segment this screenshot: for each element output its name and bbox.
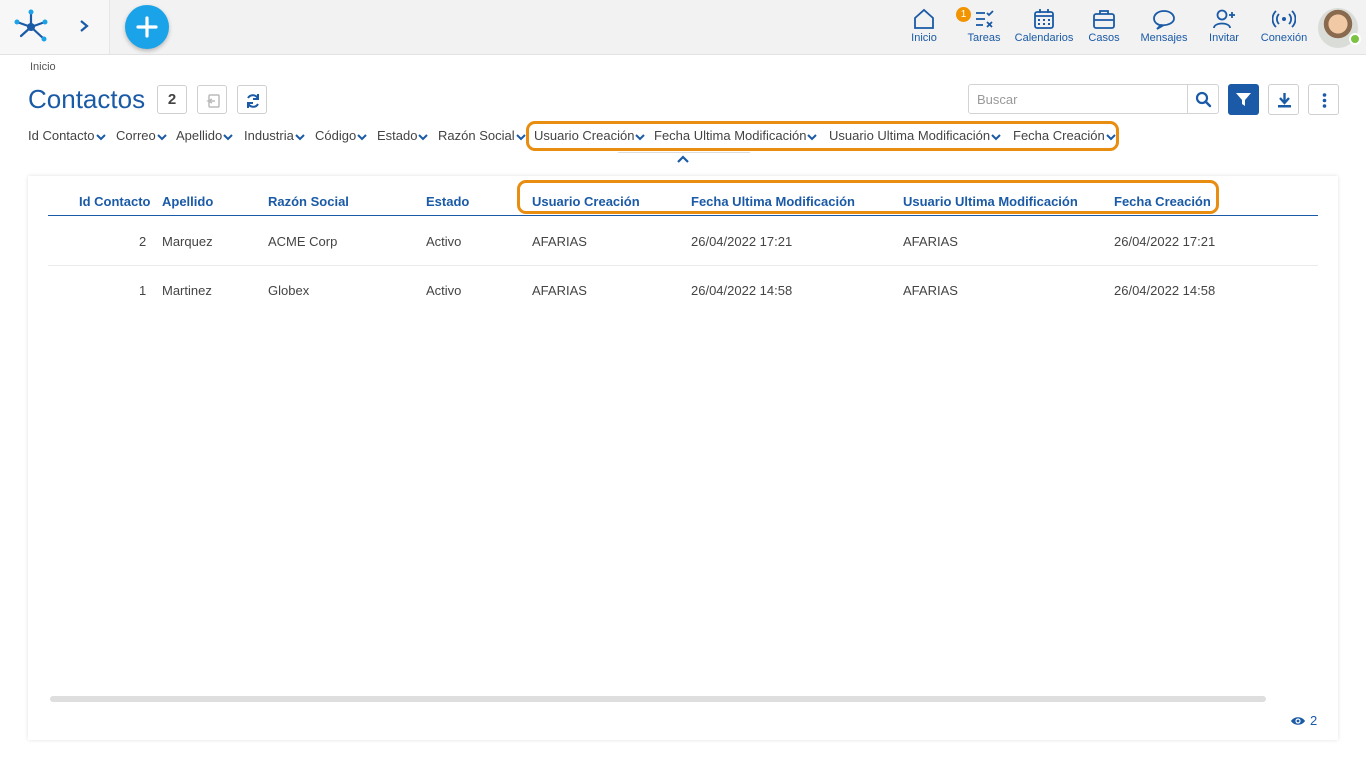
column-toggle-label: Industria [244, 128, 294, 143]
add-button[interactable] [125, 5, 169, 49]
online-status-icon [1349, 33, 1361, 45]
chevron-down-icon [418, 133, 429, 140]
column-toggle-label: Apellido [176, 128, 223, 143]
search-input[interactable] [968, 84, 1188, 114]
top-bar: Inicio 1 Tareas Calendarios Casos Mensaj… [0, 0, 1366, 55]
nav-tareas[interactable]: 1 Tareas [956, 7, 1006, 48]
search-button[interactable] [1187, 84, 1219, 114]
chevron-down-icon [295, 133, 305, 140]
search-icon [1195, 91, 1212, 108]
cell-id: 2 [139, 234, 147, 249]
record-count: 2 [157, 85, 187, 114]
column-toggle-apellido[interactable]: Apellido [176, 128, 233, 143]
nav-invitar[interactable]: Invitar [1204, 8, 1244, 48]
nav-label: Invitar [1209, 32, 1239, 44]
column-toggle-label: Estado [377, 128, 418, 143]
column-toggle-estado[interactable]: Estado [377, 128, 429, 143]
header-id-contacto[interactable]: Id Contacto [79, 194, 151, 209]
cell-fecha-ultima-modificacion: 26/04/2022 14:58 [691, 283, 793, 298]
more-vertical-icon [1322, 93, 1327, 108]
download-icon [1278, 93, 1291, 108]
nav-label: Tareas [967, 32, 1001, 44]
nav-label: Inicio [911, 32, 937, 44]
chevron-down-icon [157, 133, 167, 140]
chat-icon [1153, 10, 1175, 30]
invite-user-icon [1213, 9, 1235, 29]
nav-inicio[interactable]: Inicio [904, 8, 944, 48]
signal-icon [1272, 10, 1296, 28]
column-toggle-label: Razón Social [438, 128, 515, 143]
highlight-box-headers [517, 180, 1219, 214]
table-card: Id Contacto Apellido Razón Social Estado… [28, 176, 1338, 740]
column-toggle-label: Id Contacto [28, 128, 95, 143]
cell-usuario-ultima-modificacion: AFARIAS [903, 283, 958, 298]
highlight-box-columns [526, 121, 1119, 151]
filter-button[interactable] [1228, 84, 1259, 115]
cell-fecha-ultima-modificacion: 26/04/2022 17:21 [691, 234, 793, 249]
cell-apellido: Marquez [162, 234, 213, 249]
plus-icon [136, 16, 158, 38]
cell-fecha-creacion: 26/04/2022 14:58 [1114, 283, 1216, 298]
cell-estado: Activo [426, 234, 462, 249]
nav-mensajes[interactable]: Mensajes [1138, 8, 1190, 48]
refresh-icon [247, 94, 259, 108]
briefcase-icon [1093, 10, 1115, 29]
column-toggle-codigo[interactable]: Código [315, 128, 367, 143]
chevron-down-icon [515, 133, 526, 140]
cell-razon-social: ACME Corp [268, 234, 338, 249]
tasks-icon [976, 10, 994, 28]
page-title: Contactos [28, 84, 146, 114]
logo-area [0, 0, 110, 54]
nav-label: Mensajes [1140, 32, 1188, 44]
column-toggle-label: Código [315, 128, 357, 143]
visible-count-value: 2 [1310, 713, 1318, 728]
column-toggle-razon-social[interactable]: Razón Social [438, 128, 526, 143]
cell-id: 1 [139, 283, 147, 298]
cell-fecha-creacion: 26/04/2022 17:21 [1114, 234, 1216, 249]
collapse-divider [618, 152, 750, 153]
horizontal-scrollbar[interactable] [50, 696, 1266, 702]
column-toggle-id-contacto[interactable]: Id Contacto [28, 128, 106, 143]
cell-apellido: Martinez [162, 283, 212, 298]
column-toggle-industria[interactable]: Industria [244, 128, 305, 143]
breadcrumb[interactable]: Inicio [30, 61, 56, 73]
calendar-icon [1034, 9, 1054, 29]
cell-razon-social: Globex [268, 283, 310, 298]
column-toggle-correo[interactable]: Correo [116, 128, 167, 143]
cell-usuario-creacion: AFARIAS [532, 283, 587, 298]
nav-label: Casos [1088, 32, 1120, 44]
header-razon-social[interactable]: Razón Social [268, 194, 349, 209]
visible-count: 2 [1290, 713, 1317, 728]
chevron-down-icon [223, 133, 233, 140]
more-options-button[interactable] [1308, 84, 1339, 115]
home-icon [914, 8, 934, 29]
cell-estado: Activo [426, 283, 462, 298]
header-apellido[interactable]: Apellido [162, 194, 213, 209]
chevron-down-icon [95, 133, 106, 140]
nav-conexion[interactable]: Conexión [1258, 8, 1310, 48]
tasks-badge: 1 [956, 7, 971, 22]
nav-calendarios[interactable]: Calendarios [1014, 8, 1074, 48]
nav-casos[interactable]: Casos [1084, 8, 1124, 48]
expand-menu-icon[interactable] [76, 16, 92, 36]
column-toggle-label: Correo [116, 128, 156, 143]
app-logo-icon[interactable] [12, 8, 50, 46]
nav-label: Conexión [1260, 32, 1308, 44]
export-disabled-button[interactable] [197, 85, 227, 114]
table-row[interactable]: 1 Martinez Globex Activo AFARIAS 26/04/2… [48, 266, 1318, 315]
header-estado[interactable]: Estado [426, 194, 469, 209]
table-row[interactable]: 2 Marquez ACME Corp Activo AFARIAS 26/04… [48, 217, 1318, 266]
eye-icon [1291, 717, 1305, 725]
filter-icon [1236, 93, 1251, 106]
download-button[interactable] [1268, 84, 1299, 115]
chevron-down-icon [357, 133, 367, 140]
refresh-button[interactable] [237, 85, 267, 114]
cell-usuario-creacion: AFARIAS [532, 234, 587, 249]
exit-icon [206, 94, 220, 108]
cell-usuario-ultima-modificacion: AFARIAS [903, 234, 958, 249]
nav-label: Calendarios [1014, 32, 1074, 44]
chevron-up-icon[interactable] [676, 154, 690, 164]
